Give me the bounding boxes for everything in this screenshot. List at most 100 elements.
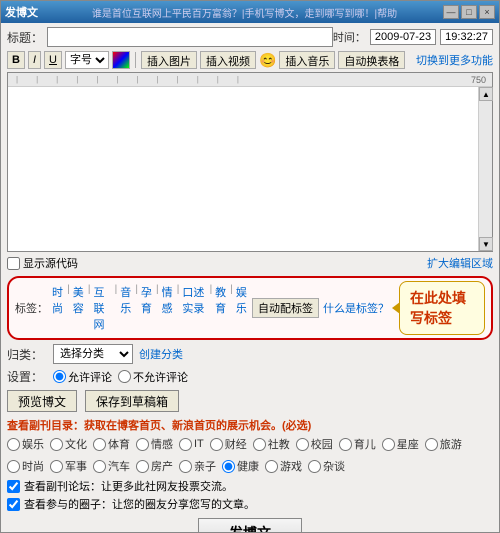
create-category-link[interactable]: 创建分类 [139,346,183,362]
ruler-marks: | | | | | | | | | | | | [16,75,239,84]
ruler: | | | | | | | | | | | | 750 [8,73,492,87]
join-checkbox-row: 查看参与的圈子：让您的圈友分享您写的文章。 [7,496,493,512]
editor-body[interactable] [8,87,492,251]
forum-checkbox[interactable] [7,480,20,493]
content-area: 标题： 时间： 2009-07-23 19:32:27 B I U 字号 初号 … [1,23,499,532]
sync-cat-fangchan: 房产 [136,458,173,474]
sync-categories: 娱乐 文化 体育 情感 IT [7,436,493,474]
auto-tags-button[interactable]: 自动配标签 [252,298,319,318]
nav-links[interactable]: 谁是首位互联网上平民百万富翁？|手机写博文，走到哪写到哪！|帮助 [46,5,443,20]
sync-radio-caijing[interactable] [210,438,223,451]
sync-section: 查看副刊目录：获取在博客首页、新浪首页的展示机会。(必选) 娱乐 文化 体育 [7,417,493,474]
tag-parenting[interactable]: 孕育 [141,284,153,332]
italic-button[interactable]: I [28,51,41,69]
sync-radio-yule[interactable] [7,438,20,451]
ruler-mark: | [157,75,159,84]
tag-education[interactable]: 教育 [215,284,227,332]
editor-toolbar: B I U 字号 初号 小初 一号 小一 二号 小二 三号 四号 五号 插入图片… [7,51,493,69]
submit-button[interactable]: 发博文 [198,518,302,532]
sync-radio-shejiao[interactable] [253,438,266,451]
editor-scrollbar[interactable]: ▲ ▼ [478,87,492,251]
sync-cat-shishang: 时尚 [7,458,44,474]
sync-radio-xiaoyuan[interactable] [296,438,309,451]
sync-radio-lvyou[interactable] [425,438,438,451]
allow-comment-radio[interactable] [53,370,66,383]
scroll-up-arrow[interactable]: ▲ [479,87,493,101]
bold-button[interactable]: B [7,51,25,69]
tag-music[interactable]: 音乐 [120,284,132,332]
action-buttons-row: 预览博文 保存到草稿箱 [7,390,493,412]
disallow-comment-radio[interactable] [118,370,131,383]
sync-cat-caijing: 财经 [210,436,247,452]
what-tags-link[interactable]: 什么是标签？ [323,300,389,316]
insert-image-button[interactable]: 插入图片 [141,51,197,69]
sync-radio-wenhua[interactable] [50,438,63,451]
font-size-select[interactable]: 字号 初号 小初 一号 小一 二号 小二 三号 四号 五号 [65,51,109,69]
more-functions-link[interactable]: 切换到更多功能 [416,52,493,68]
underline-button[interactable]: U [44,51,62,69]
time-label: 时间： [333,29,366,45]
emoji-button[interactable]: 😊 [259,51,276,69]
sync-cat-qiche: 汽车 [93,458,130,474]
ruler-mark: | [36,75,38,84]
tag-sep: | [230,284,233,332]
tag-narration[interactable]: 口述实录 [182,284,206,332]
sync-radio-yuer[interactable] [339,438,352,451]
tag-entertainment[interactable]: 娱乐 [236,284,248,332]
ruler-mark: | [136,75,138,84]
tag-sep: | [135,284,138,332]
sync-radio-jiankang[interactable] [222,460,235,473]
preview-button[interactable]: 预览博文 [7,390,77,412]
source-code-checkbox[interactable] [7,257,20,270]
time-section: 时间： 2009-07-23 19:32:27 [333,29,493,45]
sync-cat-lvyou: 旅游 [425,436,462,452]
color-picker-button[interactable] [112,51,130,69]
sync-radio-xingzuo[interactable] [382,438,395,451]
window-title: 发博文 [5,4,38,20]
ruler-mark: | [217,75,219,84]
close-button[interactable]: × [479,5,495,19]
sync-radio-shishang[interactable] [7,460,20,473]
tag-emotion[interactable]: 情感 [162,284,174,332]
editor-area[interactable]: | | | | | | | | | | | | 750 ▲ [7,72,493,252]
toolbar-separator [135,52,136,68]
sync-cat-zatan: 杂谈 [308,458,345,474]
sync-cat-wenhua: 文化 [50,436,87,452]
forum-label: 查看副刊论坛：让更多此社网友投票交流。 [24,478,233,494]
join-checkbox[interactable] [7,498,20,511]
sync-radio-junshi[interactable] [50,460,63,473]
scroll-track[interactable] [479,101,492,237]
expand-editor-link[interactable]: 扩大编辑区域 [427,255,493,271]
maximize-button[interactable]: □ [461,5,477,19]
category-select[interactable]: 选择分类 [53,344,133,364]
ruler-mark: | [16,75,18,84]
insert-video-button[interactable]: 插入视频 [200,51,256,69]
sync-radio-tiyu[interactable] [93,438,106,451]
sync-cat-it: IT [179,438,204,451]
scroll-down-arrow[interactable]: ▼ [479,237,493,251]
ruler-mark: | [197,75,199,84]
tag-shishang[interactable]: 时尚 [52,284,64,332]
sync-radio-youxi[interactable] [265,460,278,473]
save-draft-button[interactable]: 保存到草稿箱 [85,390,179,412]
auto-table-button[interactable]: 自动换表格 [338,51,405,69]
tag-sep: | [177,284,180,332]
tag-internet[interactable]: 互联网 [93,284,111,332]
window-controls: — □ × [443,5,495,19]
settings-row: 设置： 允许评论 不允许评论 [7,368,493,385]
tag-meirong[interactable]: 美容 [73,284,85,332]
allow-comment-label: 允许评论 [53,369,112,385]
sync-radio-qinggan[interactable] [136,438,149,451]
tag-sep: | [115,284,118,332]
ruler-750: 750 [471,75,486,85]
title-input[interactable] [47,27,333,47]
sync-radio-zatan[interactable] [308,460,321,473]
sync-radio-qinzi[interactable] [179,460,192,473]
tags-label: 标签： [15,300,48,316]
sync-radio-qiche[interactable] [93,460,106,473]
minimize-button[interactable]: — [443,5,459,19]
tag-sep: | [67,284,70,332]
sync-radio-fangchan[interactable] [136,460,149,473]
sync-radio-it[interactable] [179,438,192,451]
insert-music-button[interactable]: 插入音乐 [279,51,335,69]
